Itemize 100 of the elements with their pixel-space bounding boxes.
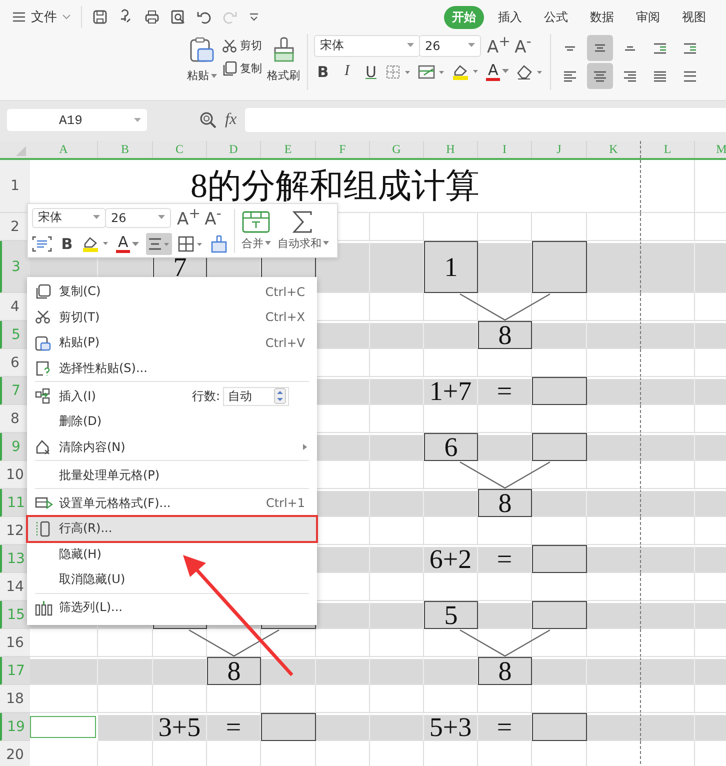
table-cell: = <box>478 713 532 741</box>
menu-item[interactable]: 取消隐藏(U) <box>27 567 317 592</box>
table-cell: 8 <box>207 657 261 685</box>
row-header[interactable]: 10 <box>0 461 30 489</box>
clipboard-icon <box>189 36 215 64</box>
shrink-font-button[interactable]: A$^{-}$ <box>513 34 533 58</box>
paste-button[interactable]: 粘贴 <box>186 34 218 85</box>
merge-cells-icon <box>242 210 270 232</box>
ribbon-tab[interactable]: 公式 <box>536 6 576 28</box>
caret-icon <box>407 43 414 48</box>
menu-item[interactable]: 剪切(T) Ctrl+X <box>27 304 317 330</box>
italic-button[interactable]: I <box>338 63 356 80</box>
grow-font-button[interactable]: A$^{+}$ <box>487 34 507 58</box>
ribbon-tab[interactable]: 审阅 <box>628 6 668 28</box>
font-name-field[interactable]: 宋体 <box>32 208 106 228</box>
bold-button[interactable]: B <box>58 235 76 254</box>
autosum-button[interactable]: 自动求和 <box>277 210 330 250</box>
filter-columns-icon <box>35 600 53 616</box>
table-cell: = <box>207 713 261 741</box>
align-icon <box>684 70 696 82</box>
row-header[interactable]: 14 <box>0 573 30 601</box>
row-header[interactable]: 4 <box>0 293 30 321</box>
font-color-button[interactable]: A <box>486 62 510 81</box>
bold-button[interactable]: B <box>314 62 332 81</box>
menu-item[interactable]: 隐藏(H) <box>27 542 317 567</box>
table-cell: 8 <box>478 657 532 685</box>
ribbon-tab[interactable]: 插入 <box>490 6 530 28</box>
table-cell: 3+5 <box>153 713 207 741</box>
underline-button[interactable]: U <box>362 62 380 81</box>
customize-icon[interactable] <box>248 11 260 23</box>
wrap-text-icon[interactable] <box>32 236 52 252</box>
zoom-icon[interactable] <box>199 111 217 129</box>
font-name-field[interactable]: 宋体 <box>314 34 420 57</box>
row-header[interactable]: 2 <box>0 213 30 241</box>
fill-color-icon[interactable] <box>452 62 480 81</box>
align-icon <box>148 238 170 250</box>
cell-style-icon[interactable] <box>418 64 446 80</box>
caret-icon <box>265 241 272 245</box>
ribbon-tab[interactable]: 视图 <box>674 6 714 28</box>
table-cell: 6 <box>424 433 478 461</box>
copy-icon <box>222 61 237 76</box>
menu-item[interactable]: 粘贴(P) Ctrl+V <box>27 330 317 356</box>
print-preview-icon[interactable] <box>170 9 186 25</box>
print-icon[interactable] <box>144 9 160 25</box>
align-icon <box>624 70 636 82</box>
copy-button[interactable]: 复制 <box>222 61 262 76</box>
paint-brush-icon[interactable] <box>210 235 228 254</box>
row-count-label: 行数: <box>192 388 220 404</box>
align-button[interactable] <box>587 35 614 61</box>
align-icon <box>625 46 636 50</box>
file-menu[interactable]: 文件 <box>12 8 71 26</box>
table-cell: 1+7 <box>424 377 478 405</box>
menu-item[interactable]: 行高(R)... <box>27 516 317 542</box>
table-cell: 8 <box>478 489 532 517</box>
insert-function-button[interactable]: fx <box>225 111 237 129</box>
sigma-icon <box>292 210 314 232</box>
align-button[interactable] <box>146 233 172 256</box>
shortcut-label: Ctrl+X <box>265 310 305 324</box>
row-header[interactable]: 18 <box>0 685 30 713</box>
eraser-icon[interactable] <box>516 64 544 80</box>
eraser-icon <box>35 439 51 456</box>
ribbon-tab[interactable]: 数据 <box>582 6 622 28</box>
merge-button[interactable]: 合并 <box>241 210 272 250</box>
row-header[interactable]: 6 <box>0 349 30 377</box>
spinner-icon[interactable] <box>274 388 286 404</box>
row-header[interactable]: 1 <box>0 160 30 213</box>
row-header[interactable]: 20 <box>0 741 30 766</box>
shortcut-label: Ctrl+V <box>265 336 305 350</box>
format-painter-button[interactable]: 格式刷 <box>266 34 301 85</box>
cut-button[interactable]: 剪切 <box>222 38 262 53</box>
row-count-field[interactable]: 自动 <box>223 386 289 406</box>
align-icon <box>595 44 606 52</box>
caret-icon <box>158 215 165 220</box>
undo-icon[interactable] <box>196 9 212 25</box>
clipboard-icon <box>35 334 51 351</box>
font-size-field[interactable]: 26 <box>105 208 171 228</box>
row-header[interactable]: 16 <box>0 629 30 657</box>
borders-icon[interactable] <box>386 64 412 80</box>
font-size-field[interactable]: 26 <box>419 34 481 57</box>
align-button[interactable] <box>587 63 614 89</box>
borders-icon[interactable] <box>178 236 204 252</box>
menu-item[interactable]: 设置单元格格式(F)... Ctrl+1 <box>27 488 317 516</box>
table-cell: 5+3 <box>424 713 478 741</box>
caret-icon <box>323 241 330 245</box>
fill-color-icon[interactable] <box>82 235 110 254</box>
table-cell: 6+2 <box>424 545 478 573</box>
align-icon <box>564 70 576 82</box>
menu-item[interactable]: 清除内容(N) <box>27 434 317 460</box>
clipboard-icon <box>35 360 51 376</box>
shortcut-label: Ctrl+1 <box>266 496 305 510</box>
font-color-button[interactable]: A <box>116 235 140 254</box>
table-cell: = <box>478 377 532 405</box>
menu-item[interactable]: 选择性粘贴(S)... <box>27 356 317 381</box>
corner-icon <box>16 146 26 156</box>
name-box[interactable]: A19 <box>7 109 147 131</box>
menu-item[interactable]: 删除(D) <box>27 409 317 434</box>
row-header[interactable]: 8 <box>0 405 30 433</box>
caret-icon <box>134 118 141 122</box>
active-cell[interactable] <box>30 716 96 738</box>
save-icon[interactable] <box>92 9 108 25</box>
